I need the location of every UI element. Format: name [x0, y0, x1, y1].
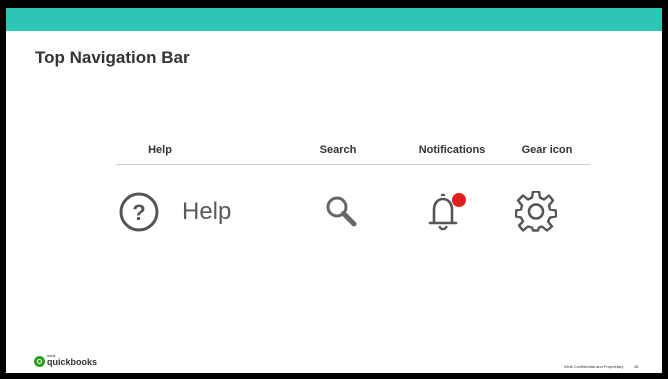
gear-icon[interactable]: [515, 191, 557, 233]
svg-text:?: ?: [132, 200, 145, 225]
confidential-notice: Intuit Confidential and Proprietary: [564, 364, 624, 369]
top-accent-band: [6, 8, 662, 31]
notification-badge: [452, 193, 466, 207]
slide: Top Navigation Bar Help Search Notificat…: [6, 8, 662, 373]
quickbooks-wordmark: quickbooks: [47, 356, 98, 367]
column-header-help: Help: [148, 144, 172, 156]
page-number: 48: [634, 364, 639, 369]
column-header-gear: Gear icon: [521, 144, 573, 156]
slide-title: Top Navigation Bar: [35, 48, 190, 67]
quickbooks-logo: intuit quickbooks: [34, 353, 98, 367]
help-label[interactable]: Help: [182, 198, 231, 226]
header-divider: [116, 164, 590, 165]
search-icon[interactable]: [324, 194, 358, 228]
quickbooks-mark-icon: [34, 356, 45, 367]
column-header-search: Search: [319, 144, 357, 156]
intuit-label: intuit: [47, 353, 56, 358]
bell-icon[interactable]: [422, 190, 468, 236]
help-circle-icon[interactable]: ?: [118, 191, 160, 233]
column-header-notifications: Notifications: [418, 144, 486, 156]
